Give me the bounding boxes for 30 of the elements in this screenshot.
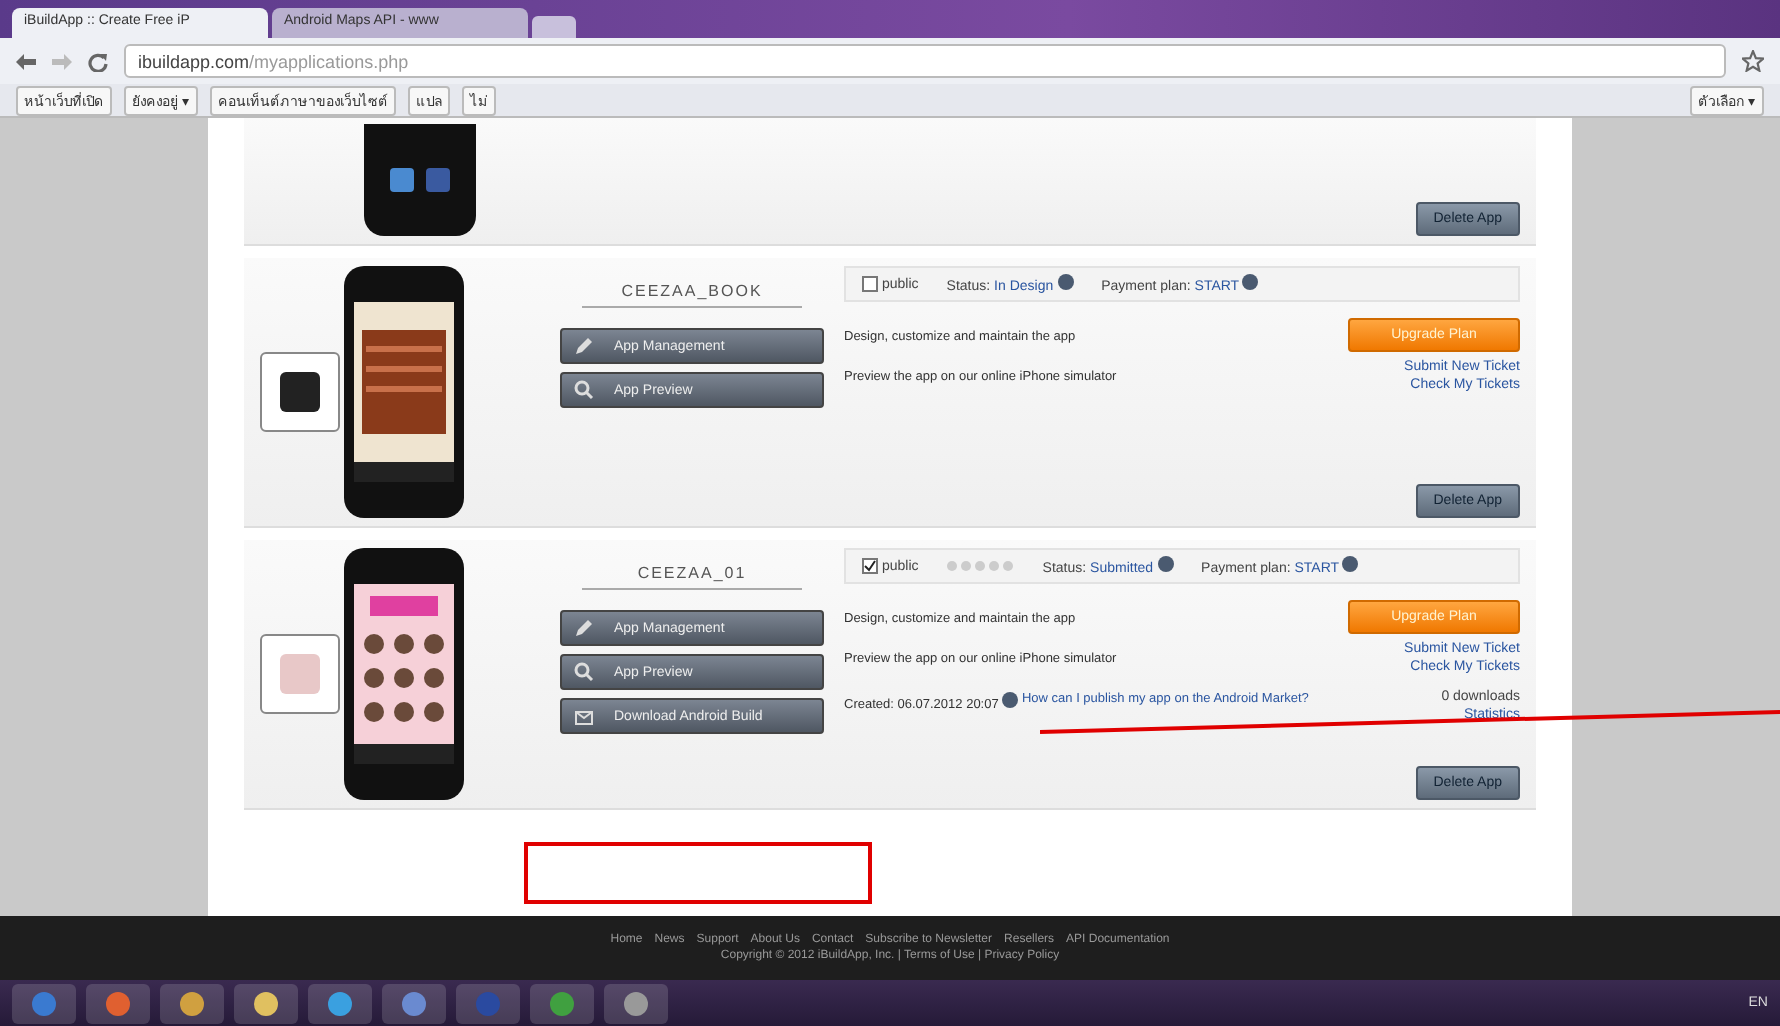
pencil-icon [574, 336, 594, 356]
app-thumbnail [260, 634, 340, 714]
reload-icon[interactable] [88, 51, 108, 71]
taskbar-app-icon[interactable] [308, 983, 372, 1023]
search-icon [574, 380, 594, 400]
app-name: CEEZAA_BOOK [582, 282, 802, 308]
taskbar-app-icon[interactable] [382, 983, 446, 1023]
phone-drawing [364, 124, 476, 236]
envelope-icon [574, 706, 594, 726]
help-icon [1242, 274, 1259, 290]
back-icon[interactable] [16, 53, 36, 69]
pencil-icon [574, 618, 594, 638]
taskbar-app-icon[interactable] [86, 983, 150, 1023]
taskbar-app-icon[interactable] [530, 983, 594, 1023]
public-checkbox[interactable] [862, 276, 878, 292]
app-name: CEEZAA_01 [582, 564, 802, 590]
search-icon [574, 662, 594, 682]
help-icon [1002, 692, 1019, 708]
help-icon [1342, 556, 1359, 572]
rating-stars-icon [946, 560, 1015, 572]
star-icon[interactable] [1742, 50, 1764, 72]
taskbar-app-icon[interactable] [12, 983, 76, 1023]
help-icon [1157, 556, 1174, 572]
taskbar-app-icon[interactable] [234, 983, 298, 1023]
app-thumbnail [260, 352, 340, 432]
taskbar-app-icon[interactable] [604, 983, 668, 1023]
public-checkbox[interactable] [862, 558, 878, 574]
address-field[interactable]: ibuildapp.com/myapplications.php [124, 44, 1726, 78]
taskbar-app-icon[interactable] [160, 983, 224, 1023]
help-icon [1057, 274, 1074, 290]
